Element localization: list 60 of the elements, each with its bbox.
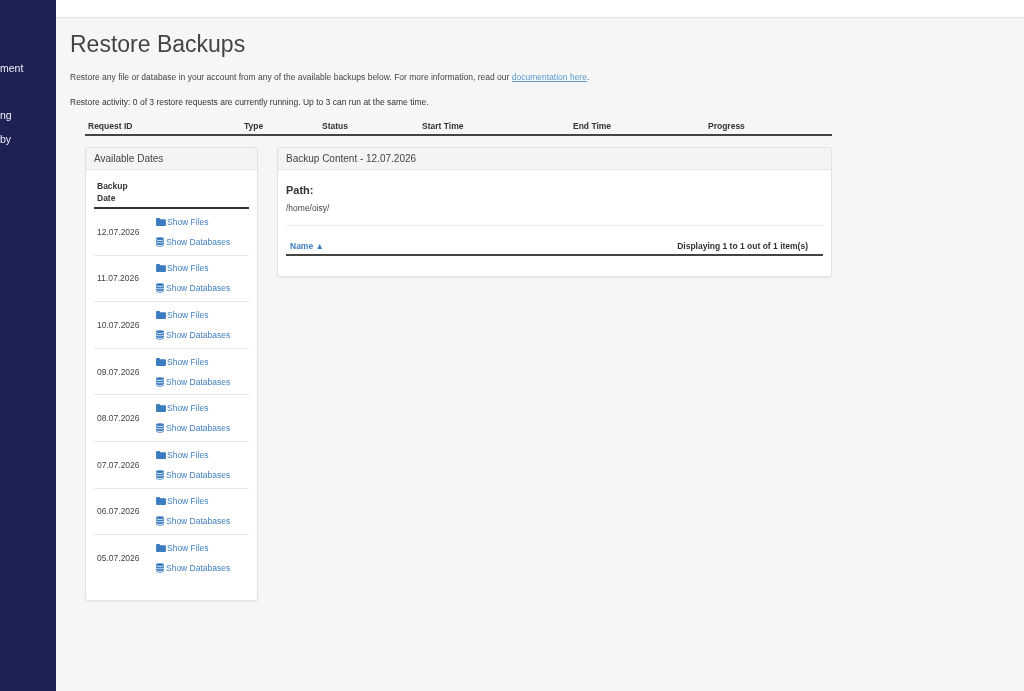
sidebar-item[interactable]: by bbox=[0, 132, 12, 146]
page-title: Restore Backups bbox=[70, 30, 246, 58]
database-icon bbox=[156, 283, 164, 294]
show-databases-link[interactable]: Show Databases bbox=[156, 422, 231, 435]
activity-text: Restore activity: 0 of 3 restore requests are currently running. Up to 3 can run at the same time. bbox=[70, 96, 429, 108]
database-icon bbox=[156, 563, 164, 574]
path-label: Path: bbox=[286, 183, 314, 197]
database-icon bbox=[156, 376, 164, 387]
show-files-link[interactable]: Show Files bbox=[156, 402, 231, 415]
show-files-link[interactable]: Show Files bbox=[156, 309, 231, 321]
show-databases-link[interactable]: Show Databases bbox=[156, 468, 231, 481]
backup-date: 11.07.2026 bbox=[96, 272, 140, 285]
backup-date: 06.07.2026 bbox=[96, 505, 141, 518]
show-files-link[interactable]: Show Files bbox=[156, 542, 231, 555]
folder-icon bbox=[156, 544, 166, 553]
show-databases-link[interactable]: Show Databases bbox=[156, 329, 231, 341]
show-databases-link[interactable]: Show Databases bbox=[156, 375, 231, 388]
sidebar-item[interactable]: ng bbox=[0, 108, 12, 122]
database-icon bbox=[156, 236, 164, 247]
backup-date: 12.07.2026 bbox=[96, 225, 141, 238]
backup-date: 10.07.2026 bbox=[96, 319, 141, 331]
show-files-link[interactable]: Show Files bbox=[156, 262, 231, 275]
column-header: Type bbox=[243, 120, 264, 132]
column-header: Start Time bbox=[421, 120, 464, 132]
show-files-link[interactable]: Show Files bbox=[156, 215, 231, 228]
database-icon bbox=[156, 469, 164, 480]
show-databases-link[interactable]: Show Databases bbox=[156, 282, 231, 295]
sidebar-item[interactable]: ment bbox=[0, 61, 24, 75]
column-header: Status bbox=[321, 120, 348, 132]
database-icon bbox=[156, 516, 164, 527]
panel-title: Available Dates bbox=[86, 148, 257, 170]
name-sort-link[interactable]: Name ▲ bbox=[290, 239, 324, 252]
database-icon bbox=[156, 423, 164, 434]
column-header: Backup Date bbox=[96, 180, 129, 204]
backup-date: 07.07.2026 bbox=[96, 458, 141, 471]
backup-date: 08.07.2026 bbox=[96, 412, 141, 425]
backup-date: 05.07.2026 bbox=[96, 552, 141, 565]
show-databases-link[interactable]: Show Databases bbox=[156, 562, 231, 575]
folder-icon bbox=[156, 357, 166, 366]
intro-text: Restore any file or database in your account from any of the available backups below. For more information, read our documentation here. bbox=[70, 71, 590, 83]
backup-date: 09.07.2026 bbox=[96, 365, 141, 378]
column-header: Request ID bbox=[87, 120, 133, 132]
column-header: Progress bbox=[707, 120, 745, 132]
folder-icon bbox=[156, 264, 166, 273]
folder-icon bbox=[156, 217, 166, 226]
database-icon bbox=[156, 330, 164, 340]
documentation-link[interactable]: documentation here bbox=[511, 72, 587, 82]
panel-title: Backup Content - 12.07.2026 bbox=[278, 148, 831, 170]
column-header: End Time bbox=[572, 120, 612, 132]
show-databases-link[interactable]: Show Databases bbox=[156, 235, 231, 248]
folder-icon bbox=[156, 450, 166, 459]
show-databases-link[interactable]: Show Databases bbox=[156, 515, 231, 528]
folder-icon bbox=[156, 311, 166, 319]
show-files-link[interactable]: Show Files bbox=[156, 448, 231, 461]
show-files-link[interactable]: Show Files bbox=[156, 495, 231, 508]
folder-icon bbox=[156, 497, 166, 506]
pagination-summary: Displaying 1 to 1 out of 1 item(s) bbox=[677, 239, 808, 252]
folder-icon bbox=[156, 404, 166, 413]
path-text: /home/oisy/ bbox=[286, 202, 330, 214]
show-files-link[interactable]: Show Files bbox=[156, 355, 231, 368]
